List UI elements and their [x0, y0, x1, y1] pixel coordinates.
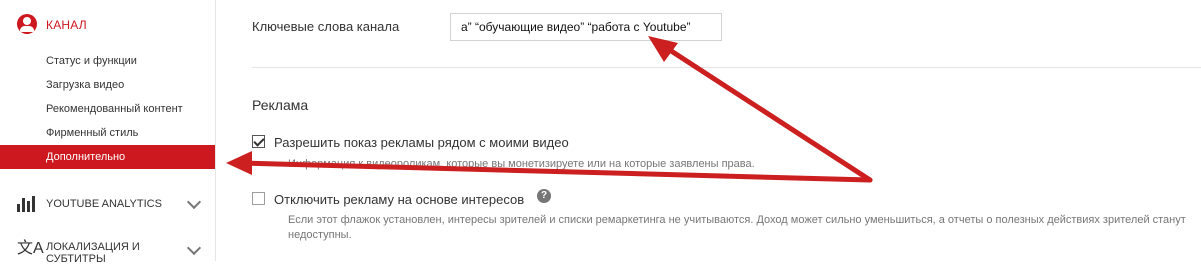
sidebar-item-branding[interactable]: Фирменный стиль	[0, 121, 215, 145]
allow-ads-label[interactable]: Разрешить показ рекламы рядом с моими ви…	[274, 135, 569, 150]
sidebar-item-label: Дополнительно	[46, 151, 126, 163]
sidebar-item-advanced[interactable]: Дополнительно	[0, 145, 215, 169]
sidebar-item-label: Рекомендованный контент	[46, 103, 183, 115]
sidebar-item-status[interactable]: Статус и функции	[0, 49, 215, 73]
ads-section-title: Реклама	[252, 97, 309, 113]
channel-label: КАНАЛ	[46, 18, 87, 32]
help-icon[interactable]: ?	[537, 189, 551, 203]
divider	[252, 67, 1201, 68]
main-content: Ключевые слова канала а” “обучающие виде…	[216, 0, 1201, 261]
chevron-down-icon[interactable]	[186, 240, 202, 256]
allow-ads-description: Информация к видеороликам, которые вы мо…	[288, 158, 755, 170]
sidebar-item-label: Загрузка видео	[46, 79, 125, 91]
disable-interest-ads-description: Если этот флажок установлен, интересы зр…	[288, 214, 1186, 241]
chevron-down-icon[interactable]	[186, 194, 202, 210]
avatar-icon	[17, 14, 37, 34]
disable-interest-ads-checkbox[interactable]	[252, 192, 265, 205]
keywords-label: Ключевые слова канала	[252, 19, 400, 34]
localization-label: ЛОКАЛИЗАЦИЯ И СУБТИТРЫ	[46, 241, 140, 265]
sidebar-item-upload[interactable]: Загрузка видео	[0, 73, 215, 97]
analytics-label: YOUTUBE ANALYTICS	[46, 198, 162, 210]
sidebar-section-analytics[interactable]: YOUTUBE ANALYTICS	[0, 184, 215, 224]
sidebar-item-featured[interactable]: Рекомендованный контент	[0, 97, 215, 121]
disable-interest-ads-label[interactable]: Отключить рекламу на основе интересов	[274, 192, 524, 207]
bar-chart-icon	[17, 196, 37, 212]
sidebar-section-channel[interactable]: КАНАЛ	[0, 4, 215, 44]
sidebar: КАНАЛ Статус и функции Загрузка видео Ре…	[0, 0, 215, 265]
keywords-input[interactable]: а” “обучающие видео” “работа с Youtube”	[450, 13, 722, 41]
sidebar-section-localization[interactable]: 文A ЛОКАЛИЗАЦИЯ И СУБТИТРЫ	[0, 232, 215, 272]
sidebar-item-label: Статус и функции	[46, 55, 137, 67]
sidebar-item-label: Фирменный стиль	[46, 127, 139, 139]
allow-ads-checkbox[interactable]	[252, 135, 265, 148]
translate-icon: 文A	[17, 240, 44, 257]
